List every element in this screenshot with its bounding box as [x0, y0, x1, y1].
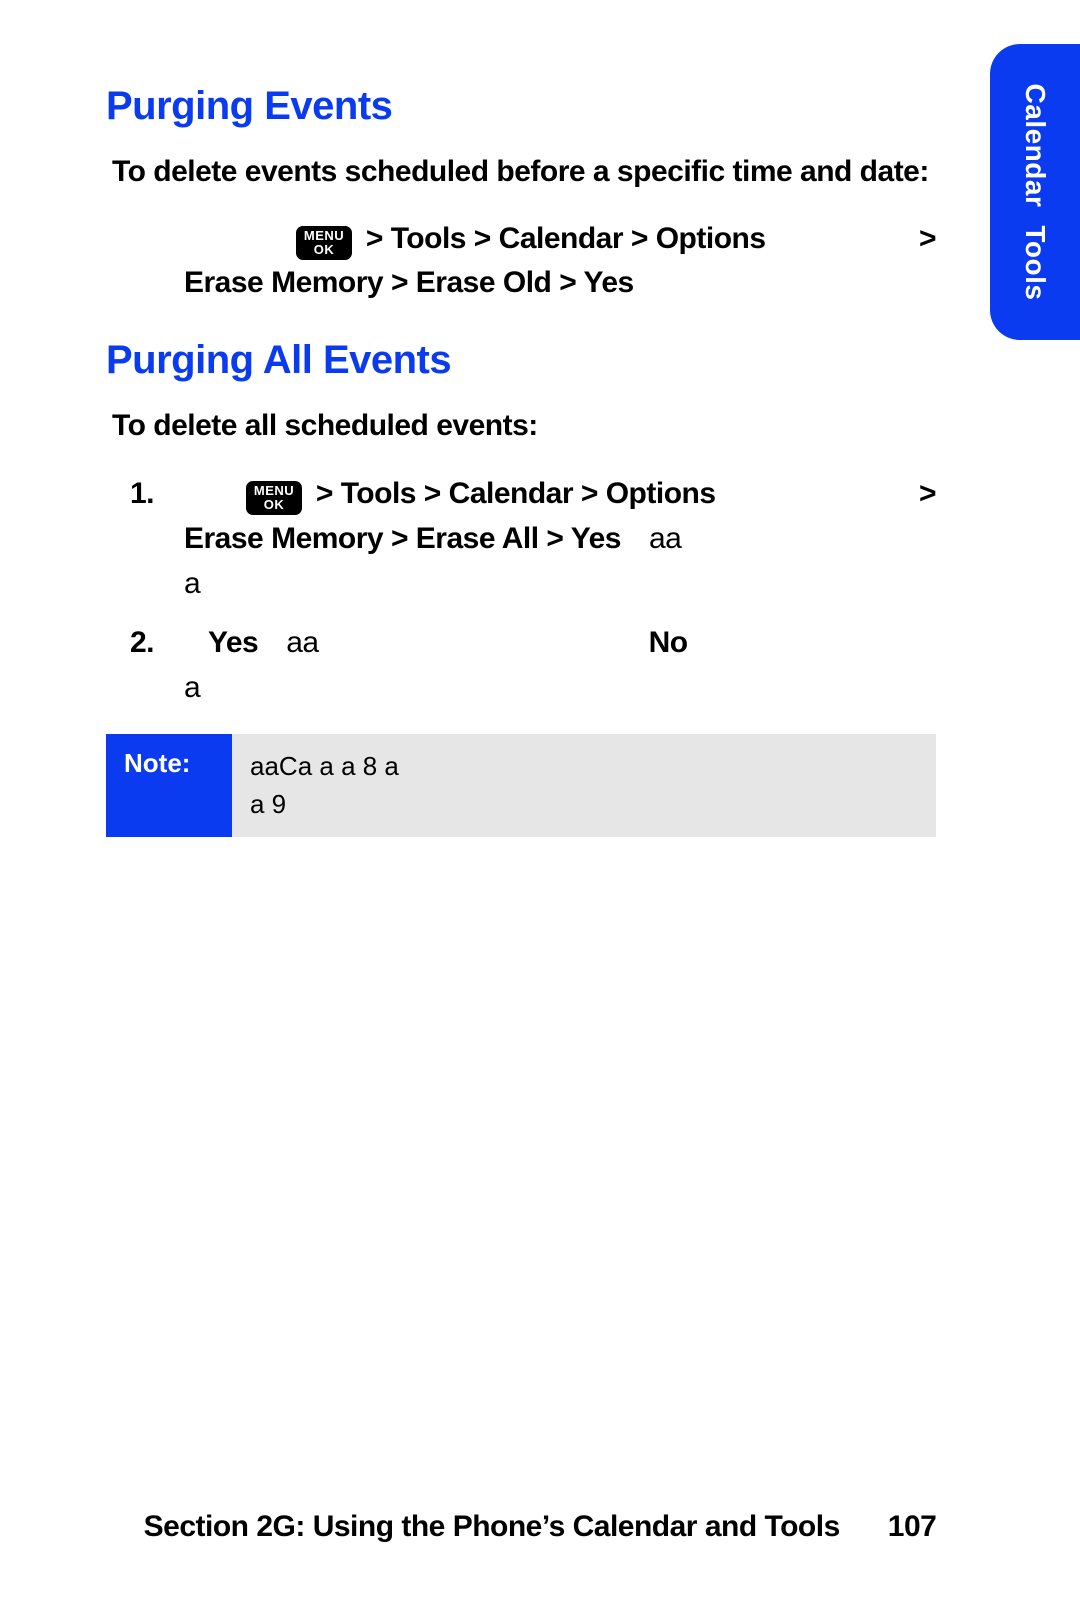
menu-icon-bottom: OK	[296, 242, 352, 256]
page: Calendar Tools Purging Events To delete e…	[0, 0, 1080, 1620]
step-number: 1.	[130, 471, 154, 516]
page-number: 107	[888, 1510, 937, 1544]
note-line2: a 9	[250, 786, 918, 824]
heading-purging-events: Purging Events	[106, 84, 936, 129]
page-footer: Section 2G: Using the Phone’s Calendar a…	[0, 1510, 1080, 1544]
step2-line2: a	[184, 665, 936, 710]
step-1: 1. > MENU OK > Tools > Calendar > Option…	[130, 471, 936, 606]
menu-ok-icon: MENU OK	[246, 481, 302, 515]
menu-path-line2: Erase Memory > Erase Old > Yes	[184, 261, 936, 305]
step2-mid: aa	[286, 626, 318, 659]
content-area: Purging Events To delete events schedule…	[106, 84, 936, 837]
side-tab-text-1: Calendar	[1020, 84, 1051, 208]
note-body: aaCa a a 8 a a 9	[232, 734, 936, 837]
heading-purging-all-events: Purging All Events	[106, 338, 936, 383]
menu-icon-top: MENU	[246, 481, 302, 497]
side-tab-text-2: Tools	[1020, 225, 1051, 300]
path-trail-gt: >	[919, 217, 936, 261]
intro-purging-events: To delete events scheduled before a spec…	[112, 155, 936, 189]
step-2: 2. Yesaa No a	[130, 620, 936, 710]
note-label: Note:	[106, 734, 232, 837]
intro-purging-all-events: To delete all scheduled events:	[112, 409, 936, 443]
side-tab-label: Calendar Tools	[1019, 84, 1051, 301]
side-tab: Calendar Tools	[990, 44, 1080, 340]
step1-trail-gt: >	[919, 471, 936, 516]
step1-line2a: Erase Memory > Erase All > Yes	[184, 522, 621, 555]
step1-line1: > Tools > Calendar > Options	[308, 477, 716, 510]
step1-line2b: aa	[649, 522, 681, 555]
menu-path-purging-events: > MENU OK > Tools > Calendar > Options E…	[184, 217, 936, 304]
step1-line3: a	[184, 561, 936, 606]
footer-text: Section 2G: Using the Phone’s Calendar a…	[144, 1510, 840, 1544]
step-number: 2.	[130, 620, 154, 665]
menu-path-line1: > Tools > Calendar > Options	[358, 222, 766, 255]
menu-ok-icon: MENU OK	[296, 226, 352, 260]
note-line1: aaCa a a 8 a	[250, 748, 918, 786]
steps-list: 1. > MENU OK > Tools > Calendar > Option…	[130, 471, 936, 710]
step2-no: No	[649, 626, 688, 659]
note-box: Note: aaCa a a 8 a a 9	[106, 734, 936, 837]
step2-yes: Yes	[208, 626, 258, 659]
menu-icon-top: MENU	[296, 226, 352, 242]
menu-icon-bottom: OK	[246, 497, 302, 511]
